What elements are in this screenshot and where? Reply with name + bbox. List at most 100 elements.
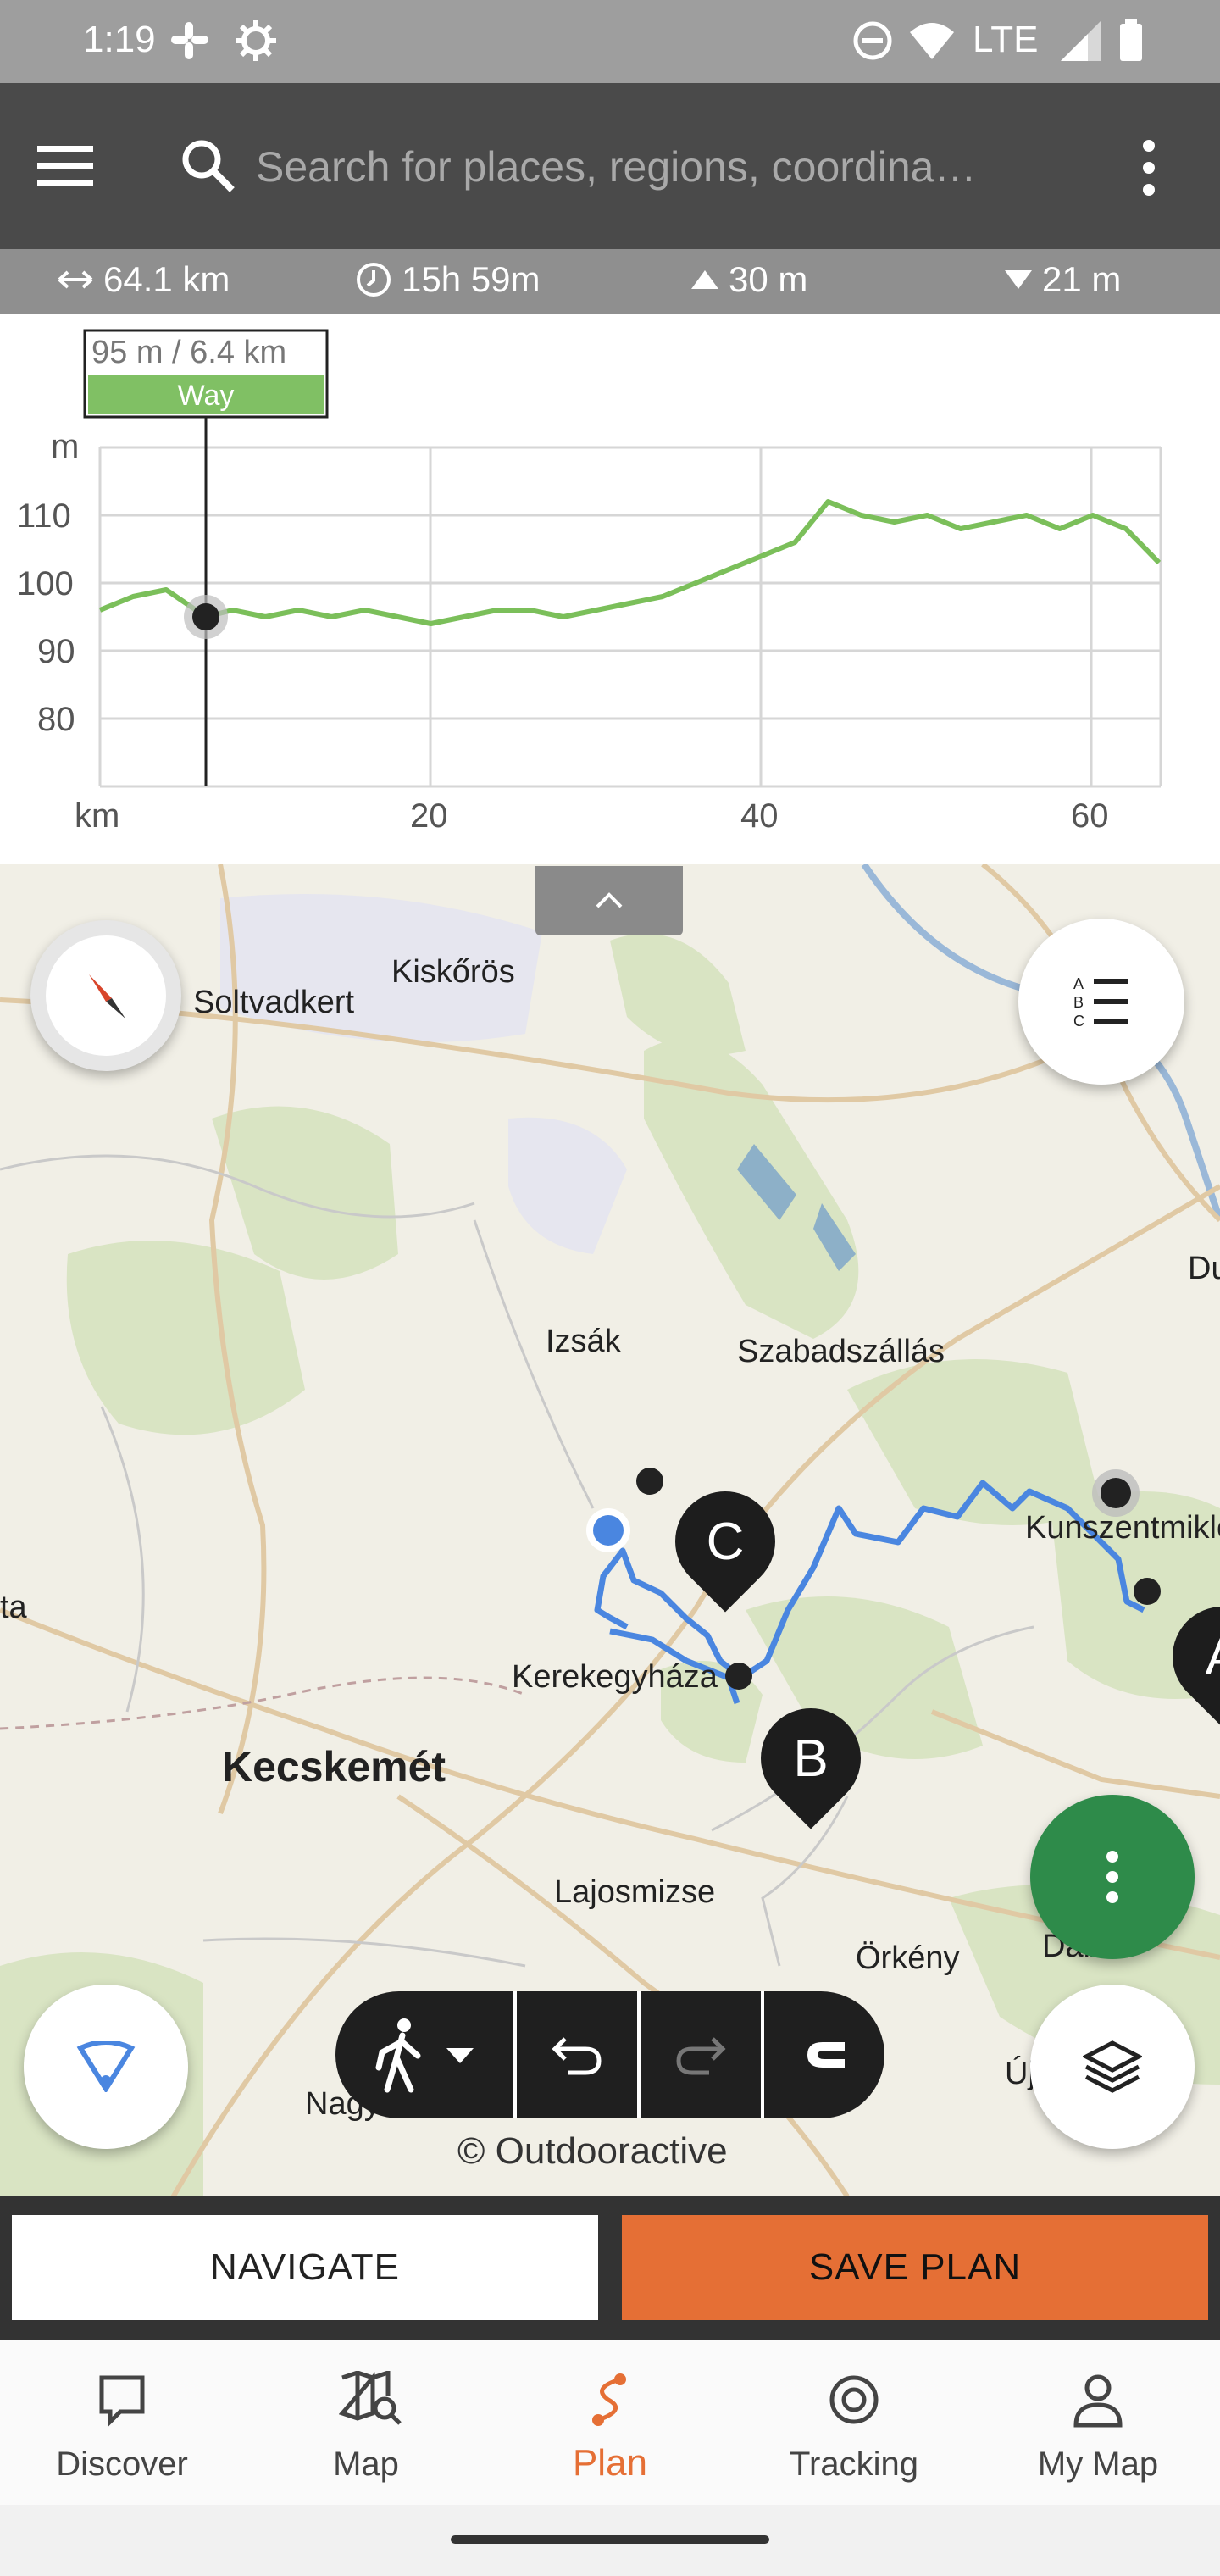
nav-label: Plan: [572, 2442, 648, 2484]
magnet-icon: [807, 2042, 845, 2068]
signal-icon: [1061, 20, 1101, 61]
top-bar: [0, 83, 1220, 249]
x-tick-label: 40: [740, 797, 779, 835]
y-tick-label: 100: [17, 565, 74, 602]
distance-value: 64.1 km: [103, 259, 230, 299]
place-label: Soltvadkert: [193, 985, 355, 1020]
elevation-chart: m 110 100 90 80 km 20 40 60 95 m / 6.4 k…: [17, 329, 1162, 835]
ascent-value: 30 m: [729, 259, 808, 299]
descent-icon: [1005, 270, 1032, 289]
waypoint-list-button[interactable]: A B C: [1018, 919, 1184, 1085]
overflow-menu-icon[interactable]: [1132, 134, 1166, 202]
redo-button[interactable]: [640, 1991, 761, 2118]
descent-value: 21 m: [1042, 259, 1122, 299]
nav-map[interactable]: Map: [244, 2340, 488, 2505]
y-tick-label: 90: [37, 633, 75, 670]
route-waypoint[interactable]: [725, 1663, 752, 1690]
layers-button[interactable]: [1030, 1985, 1195, 2149]
bottom-navigation: Discover Map Plan Tracking My Map: [0, 2340, 1220, 2505]
nav-my-map[interactable]: My Map: [976, 2340, 1220, 2505]
planning-toolbar: [336, 1991, 884, 2118]
place-label: Lajosmizse: [554, 1874, 716, 1910]
place-label: Szabadszállás: [737, 1334, 946, 1369]
battery-icon: [1120, 19, 1142, 61]
place-label: ta: [0, 1590, 27, 1625]
redo-icon: [676, 2037, 726, 2075]
place-label: Du: [1188, 1251, 1220, 1286]
distance-stat: 64.1 km: [56, 259, 230, 300]
y-tick-label: 80: [37, 701, 75, 738]
svg-text:B: B: [1073, 994, 1084, 1011]
position-marker[interactable]: [192, 603, 220, 630]
menu-icon[interactable]: [37, 142, 98, 190]
more-options-fab[interactable]: [1030, 1795, 1195, 1959]
nav-label: Tracking: [790, 2446, 918, 2483]
x-tick-label: 20: [410, 797, 448, 835]
nav-label: My Map: [1037, 2446, 1159, 2483]
descent-stat: 21 m: [1003, 259, 1121, 300]
network-type: LTE: [973, 19, 1039, 60]
route-waypoint[interactable]: [1101, 1478, 1131, 1508]
duration-stat: 15h 59m: [354, 259, 540, 300]
layers-icon: [1083, 2040, 1142, 2093]
save-plan-button[interactable]: SAVE PLAN: [622, 2215, 1208, 2320]
route-stats-bar: 64.1 km 15h 59m 30 m 21 m: [0, 249, 1220, 314]
compass-dial: [46, 935, 166, 1056]
nav-plan[interactable]: Plan: [488, 2340, 732, 2505]
expand-handle[interactable]: [535, 866, 683, 935]
home-indicator[interactable]: [451, 2535, 769, 2544]
profile-icon: [1073, 2374, 1123, 2428]
y-unit-label: m: [51, 428, 79, 465]
waypoint-pin-c[interactable]: C: [654, 1470, 796, 1613]
abc-list-icon: A B C: [1073, 975, 1128, 1030]
do-not-disturb-icon: [853, 21, 892, 60]
navigate-button[interactable]: NAVIGATE: [12, 2215, 598, 2320]
status-time: 1:19: [83, 19, 156, 60]
current-location-marker[interactable]: [593, 1515, 624, 1546]
map-search-icon: [339, 2371, 402, 2425]
slack-icon: [171, 22, 208, 59]
routing-mode-selector[interactable]: [336, 1991, 513, 2118]
elevation-profile[interactable]: m 110 100 90 80 km 20 40 60 95 m / 6.4 k…: [0, 314, 1220, 864]
compass-button[interactable]: [30, 920, 181, 1071]
caret-down-icon: [446, 2048, 474, 2063]
map-view[interactable]: Soltvadkert Kiskőrös Izsák Szabadszállás…: [0, 864, 1220, 2196]
discover-icon: [99, 2375, 145, 2428]
search-input[interactable]: [254, 134, 1054, 200]
hiking-icon: [375, 2018, 421, 2093]
nav-label: Map: [333, 2446, 399, 2483]
place-label: Kunszentmiklós: [1025, 1510, 1220, 1546]
place-label: Kecskemét: [222, 1743, 446, 1790]
undo-button[interactable]: [517, 1991, 637, 2118]
distance-icon: [58, 270, 93, 289]
waypoint-pin-b[interactable]: B: [740, 1687, 882, 1829]
clock-icon: [357, 263, 391, 297]
location-cone-icon: [76, 2041, 136, 2092]
map-copyright: © Outdooractive: [458, 2130, 728, 2172]
map-border: [0, 1676, 526, 1730]
my-location-button[interactable]: [24, 1985, 188, 2149]
search-icon: [182, 140, 235, 192]
settings-icon: [236, 20, 276, 61]
plan-icon: [592, 2373, 626, 2426]
nav-tracking[interactable]: Tracking: [732, 2340, 976, 2505]
status-bar: 1:19 LTE: [0, 0, 1220, 83]
nav-discover[interactable]: Discover: [0, 2340, 244, 2505]
ascent-icon: [691, 270, 718, 289]
place-label: Izsák: [546, 1324, 621, 1359]
y-tick-label: 110: [17, 497, 71, 535]
wifi-icon: [910, 23, 954, 59]
ascent-stat: 30 m: [690, 259, 807, 300]
route-waypoint[interactable]: [1134, 1578, 1161, 1605]
elevation-line: [98, 499, 1162, 626]
route-waypoint[interactable]: [636, 1468, 663, 1495]
elevation-series-line: [98, 499, 1162, 626]
nav-label: Discover: [56, 2446, 188, 2483]
tooltip-type: Way: [178, 380, 235, 412]
place-label: Örkény: [856, 1940, 960, 1976]
svg-text:C: C: [1073, 1013, 1084, 1030]
place-label: Kiskőrös: [391, 954, 515, 990]
x-unit-label: km: [75, 797, 119, 835]
tooltip-value: 95 m / 6.4 km: [92, 335, 286, 370]
snap-to-path-button[interactable]: [764, 1991, 884, 2118]
